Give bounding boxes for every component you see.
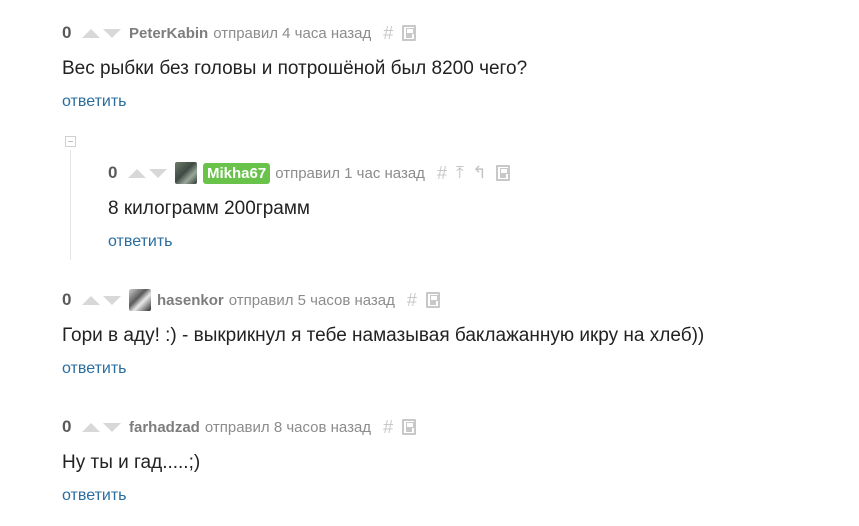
rating-value: 0 [62, 290, 72, 309]
author-link[interactable]: farhadzad [129, 419, 200, 436]
comment-meta: 0 Mikha67 отправил 1 час назад # ⤒ ↰ [108, 162, 838, 184]
collapse-thread-icon[interactable] [65, 136, 76, 147]
go-to-parent-icon[interactable]: ↰ [472, 163, 486, 183]
rating-value: 0 [108, 163, 118, 182]
rating-value: 0 [62, 23, 72, 42]
save-icon[interactable] [425, 292, 440, 308]
permalink-icon[interactable]: # [437, 163, 447, 184]
upvote-icon[interactable] [128, 168, 146, 178]
reply-link[interactable]: ответить [62, 360, 127, 378]
downvote-icon[interactable] [103, 422, 121, 432]
comment-text: Вес рыбки без головы и потрошёной был 82… [62, 58, 528, 79]
comment-actions: # [383, 23, 417, 44]
reply-link[interactable]: ответить [62, 93, 127, 111]
thread-line [70, 150, 71, 260]
comment-text: Ну ты и гад.....;) [62, 452, 201, 473]
permalink-icon[interactable]: # [383, 23, 393, 44]
downvote-icon[interactable] [103, 295, 121, 305]
downvote-icon[interactable] [149, 168, 167, 178]
upvote-icon[interactable] [82, 295, 100, 305]
comment-actions: # [407, 290, 440, 311]
avatar[interactable] [129, 289, 151, 311]
downvote-icon[interactable] [103, 28, 121, 38]
timestamp: отправил 1 час назад [275, 164, 425, 182]
author-link[interactable]: Mikha67 [203, 162, 271, 184]
comment-text: Гори в аду! :) - выкрикнул я тебе намазы… [62, 325, 705, 346]
comment: 0 PeterKabin отправил 4 часа назад # Вес… [62, 22, 842, 111]
upvote-icon[interactable] [82, 28, 100, 38]
timestamp: отправил 4 часа назад [213, 24, 372, 42]
timestamp: отправил 8 часов назад [204, 418, 372, 436]
comment: 0 hasenkor отправил 5 часов назад # Гори… [62, 289, 842, 378]
reply-link[interactable]: ответить [108, 233, 173, 251]
go-to-top-icon[interactable]: ⤒ [456, 163, 464, 183]
permalink-icon[interactable]: # [407, 290, 417, 311]
comment-meta: 0 PeterKabin отправил 4 часа назад # [62, 22, 842, 44]
save-icon[interactable] [402, 419, 417, 435]
save-icon[interactable] [495, 165, 510, 181]
comment: 0 farhadzad отправил 8 часов назад # Ну … [62, 416, 842, 505]
timestamp: отправил 5 часов назад [228, 291, 395, 309]
comment-meta: 0 farhadzad отправил 8 часов назад # [62, 416, 842, 438]
comment-actions: # [383, 417, 417, 438]
permalink-icon[interactable]: # [383, 417, 393, 438]
reply-link[interactable]: ответить [62, 487, 127, 505]
author-link[interactable]: hasenkor [157, 292, 224, 309]
author-link[interactable]: PeterKabin [129, 25, 208, 42]
comment-actions: # ⤒ ↰ [437, 163, 510, 184]
avatar[interactable] [175, 162, 197, 184]
rating-value: 0 [62, 417, 72, 436]
save-icon[interactable] [402, 25, 417, 41]
comment-meta: 0 hasenkor отправил 5 часов назад # [62, 289, 842, 311]
comment-text: 8 килограмм 200грамм [108, 198, 310, 219]
comment: 0 Mikha67 отправил 1 час назад # ⤒ ↰ 8 к… [108, 162, 838, 251]
upvote-icon[interactable] [82, 422, 100, 432]
